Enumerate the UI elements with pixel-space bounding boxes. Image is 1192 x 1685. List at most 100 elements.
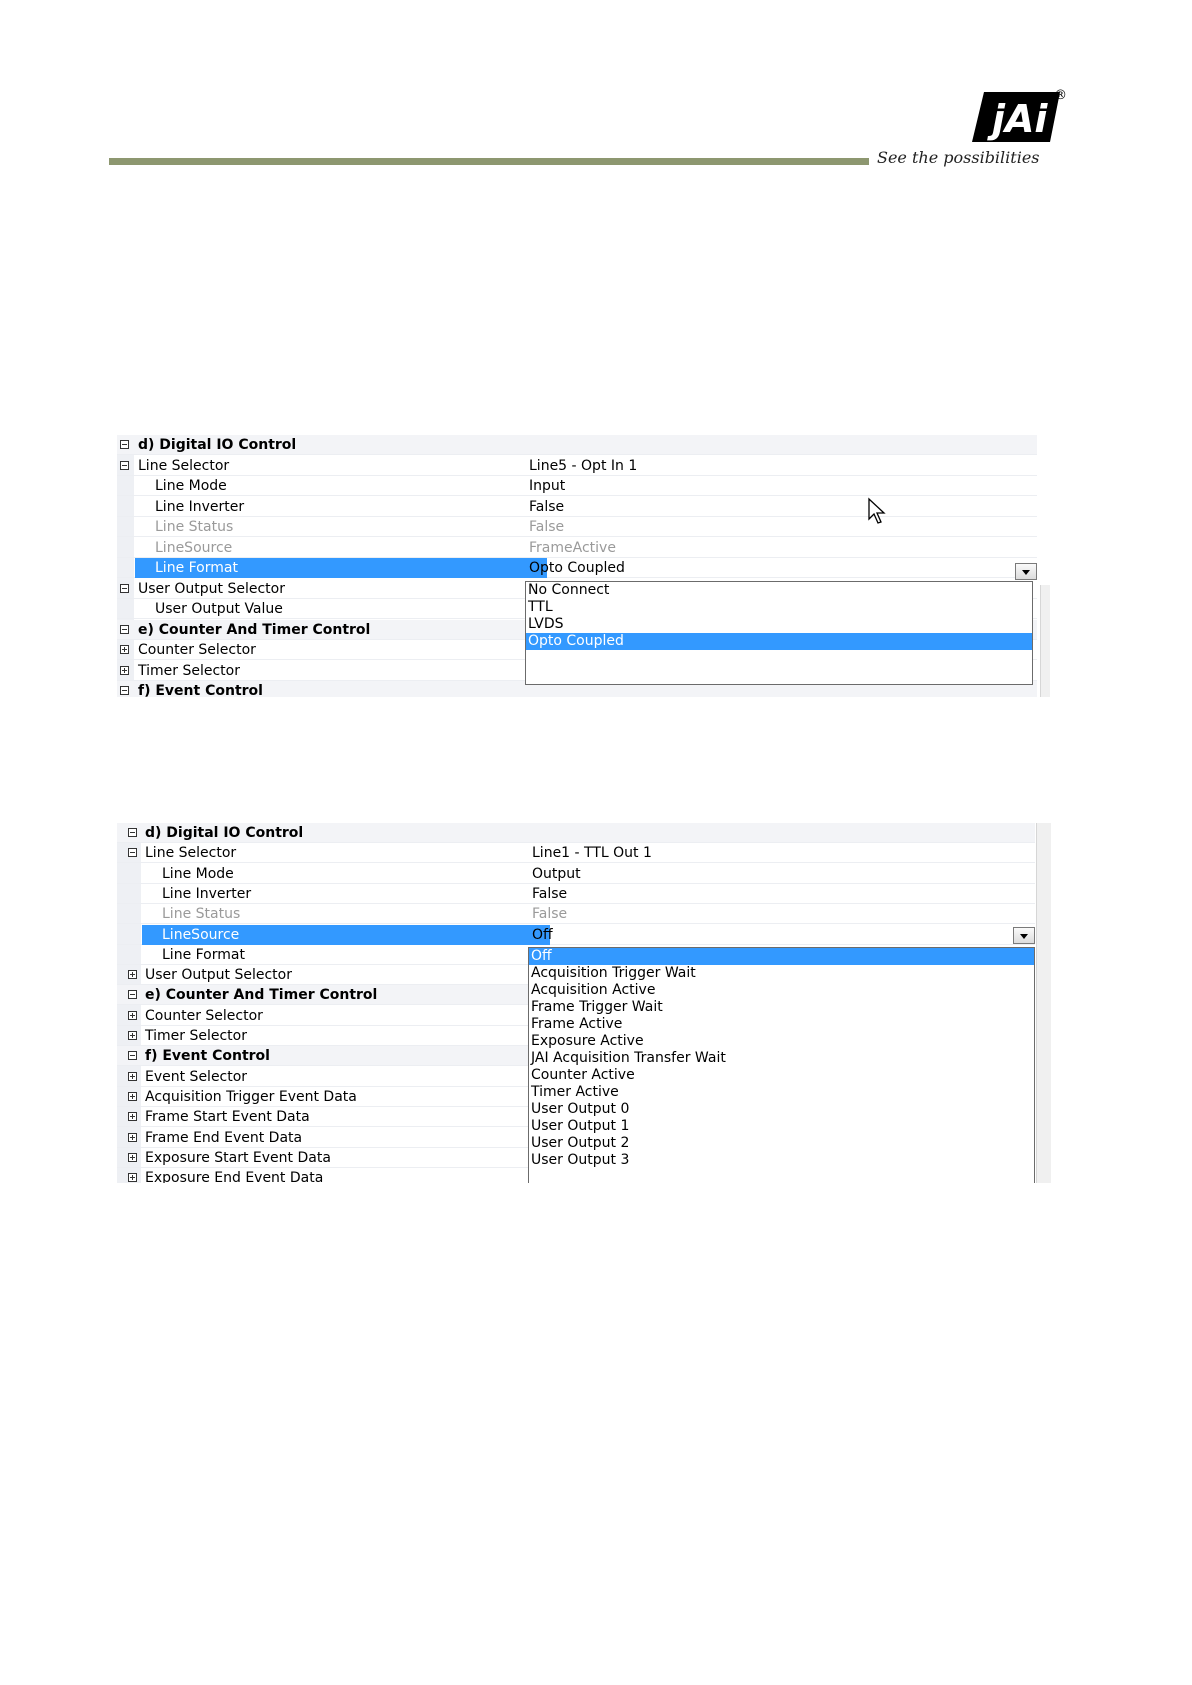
grid-row-line-status[interactable]: Line Status False xyxy=(117,517,1037,537)
property-name: Line Selector xyxy=(145,845,237,862)
property-name: Exposure End Event Data xyxy=(145,1170,324,1183)
property-grid-1: d) Digital IO Control Line Selector Line5 … xyxy=(117,435,1050,697)
dropdown-option-acquisition-trigger-wait[interactable]: Acquisition Trigger Wait xyxy=(529,965,1034,982)
linesource-dropdown-button[interactable] xyxy=(1013,927,1035,944)
grid-row-line-status[interactable]: Line Status False xyxy=(117,904,1035,925)
property-name: Acquisition Trigger Event Data xyxy=(145,1088,357,1105)
dropdown-option-frame-active[interactable]: Frame Active xyxy=(529,1016,1034,1033)
linesource-dropdown-list[interactable]: Off Acquisition Trigger Wait Acquisition A… xyxy=(528,947,1035,1183)
expand-icon[interactable] xyxy=(120,645,129,654)
collapse-icon[interactable] xyxy=(128,990,137,1000)
collapse-icon[interactable] xyxy=(120,440,129,449)
collapse-icon[interactable] xyxy=(120,624,129,634)
collapse-icon[interactable] xyxy=(128,848,137,858)
property-value[interactable]: False xyxy=(529,497,564,517)
grid-row-line-selector[interactable]: Line Selector Line1 - TTL Out 1 xyxy=(117,843,1035,864)
grid-row-line-mode[interactable]: Line Mode Output xyxy=(117,864,1035,884)
dropdown-option-off[interactable]: Off xyxy=(529,948,1034,965)
tagline: See the possibilities xyxy=(877,148,1040,167)
property-name: Line Status xyxy=(162,906,241,923)
dropdown-option-lvds[interactable]: LVDS xyxy=(526,616,1032,633)
grid-row-line-inverter[interactable]: Line Inverter False xyxy=(117,497,1037,517)
collapse-icon[interactable] xyxy=(128,1051,137,1061)
property-name: Line Inverter xyxy=(162,885,252,902)
property-value: FrameActive xyxy=(529,539,616,556)
expand-icon[interactable] xyxy=(128,1071,137,1081)
property-name: f) Event Control xyxy=(138,683,263,697)
property-value[interactable]: Line5 - Opt In 1 xyxy=(529,456,637,476)
property-name: User Output Selector xyxy=(138,580,285,597)
property-name: LineSource xyxy=(155,539,233,556)
dropdown-option-user-output-3[interactable]: User Output 3 xyxy=(529,1152,1034,1169)
line-format-dropdown-button[interactable] xyxy=(1015,563,1037,580)
expand-icon[interactable] xyxy=(128,1031,137,1040)
expand-icon[interactable] xyxy=(120,665,129,675)
property-name: Frame Start Event Data xyxy=(145,1109,310,1126)
grid-row-line-format[interactable]: Line Format Opto Coupled xyxy=(117,558,1037,578)
property-name: Line Status xyxy=(155,519,234,535)
dropdown-option-user-output-0[interactable]: User Output 0 xyxy=(529,1101,1034,1118)
collapse-icon[interactable] xyxy=(120,460,129,470)
dropdown-option-opto-coupled[interactable]: Opto Coupled xyxy=(526,633,1032,650)
property-value[interactable]: Opto Coupled xyxy=(529,558,625,578)
property-value: False xyxy=(529,519,565,535)
grid-row-d-digital-io-control[interactable]: d) Digital IO Control xyxy=(117,435,1037,455)
property-name: User Output Selector xyxy=(145,967,292,984)
expand-icon[interactable] xyxy=(128,1173,137,1183)
property-name: Counter Selector xyxy=(145,1007,263,1024)
collapse-icon[interactable] xyxy=(128,828,137,837)
property-name: d) Digital IO Control xyxy=(138,437,297,453)
dropdown-option-user-output-1[interactable]: User Output 1 xyxy=(529,1118,1034,1135)
property-name: Line Mode xyxy=(155,478,227,494)
property-value: False xyxy=(532,906,568,923)
vertical-scrollbar[interactable] xyxy=(1036,823,1051,1183)
dropdown-option-ttl[interactable]: TTL xyxy=(526,599,1032,616)
line-format-dropdown-list[interactable]: No Connect TTL LVDS Opto Coupled xyxy=(525,581,1033,685)
grid-row-line-inverter[interactable]: Line Inverter False xyxy=(117,884,1035,904)
property-value[interactable]: Line1 - TTL Out 1 xyxy=(532,843,652,863)
grid-row-linesource[interactable]: LineSource FrameActive xyxy=(117,538,1037,558)
dropdown-option-timer-active[interactable]: Timer Active xyxy=(529,1084,1034,1101)
property-value[interactable]: False xyxy=(532,884,567,904)
property-grid-2: d) Digital IO Control Line Selector Line1 … xyxy=(117,823,1051,1183)
expand-icon[interactable] xyxy=(128,1010,137,1020)
dropdown-option-acquisition-active[interactable]: Acquisition Active xyxy=(529,982,1034,999)
property-name: e) Counter And Timer Control xyxy=(138,621,371,638)
expand-icon[interactable] xyxy=(128,1152,137,1162)
property-name: d) Digital IO Control xyxy=(145,825,304,841)
property-name: LineSource xyxy=(142,924,550,945)
property-value[interactable]: Input xyxy=(529,476,565,496)
logo-text: jAi xyxy=(987,97,1048,141)
property-value[interactable]: Output xyxy=(532,864,581,884)
grid-row-d-digital-io-control[interactable]: d) Digital IO Control xyxy=(117,823,1035,843)
expand-icon[interactable] xyxy=(128,1091,137,1101)
property-name: Line Format xyxy=(162,946,245,963)
expand-icon[interactable] xyxy=(128,1112,137,1122)
collapse-icon[interactable] xyxy=(120,686,129,695)
property-name: Line Format xyxy=(135,558,547,578)
property-name: Line Inverter xyxy=(155,498,245,515)
property-name: Timer Selector xyxy=(138,662,240,679)
property-name: Counter Selector xyxy=(138,642,256,658)
property-name: Exposure Start Event Data xyxy=(145,1149,331,1166)
property-value[interactable]: Off xyxy=(532,925,553,945)
property-name: Timer Selector xyxy=(145,1028,247,1044)
expand-icon[interactable] xyxy=(128,1132,137,1142)
expand-icon[interactable] xyxy=(128,970,137,980)
property-name: f) Event Control xyxy=(145,1048,270,1065)
collapse-icon[interactable] xyxy=(120,583,129,593)
property-name: Line Mode xyxy=(162,865,234,882)
property-name: Frame End Event Data xyxy=(145,1129,303,1146)
dropdown-option-user-output-2[interactable]: User Output 2 xyxy=(529,1135,1034,1152)
grid-row-linesource[interactable]: LineSource Off xyxy=(117,924,1035,945)
dropdown-option-no-connect[interactable]: No Connect xyxy=(526,582,1032,599)
dropdown-option-counter-active[interactable]: Counter Active xyxy=(529,1067,1034,1084)
grid-row-line-selector[interactable]: Line Selector Line5 - Opt In 1 xyxy=(117,456,1037,476)
mouse-cursor-icon xyxy=(868,497,886,524)
dropdown-option-frame-trigger-wait[interactable]: Frame Trigger Wait xyxy=(529,999,1034,1016)
property-name: e) Counter And Timer Control xyxy=(145,987,378,1004)
vertical-scrollbar[interactable] xyxy=(1040,585,1050,697)
dropdown-option-jai-acquisition-transfer-wait[interactable]: JAI Acquisition Transfer Wait xyxy=(529,1050,1034,1067)
grid-row-line-mode[interactable]: Line Mode Input xyxy=(117,476,1037,496)
dropdown-option-exposure-active[interactable]: Exposure Active xyxy=(529,1033,1034,1050)
